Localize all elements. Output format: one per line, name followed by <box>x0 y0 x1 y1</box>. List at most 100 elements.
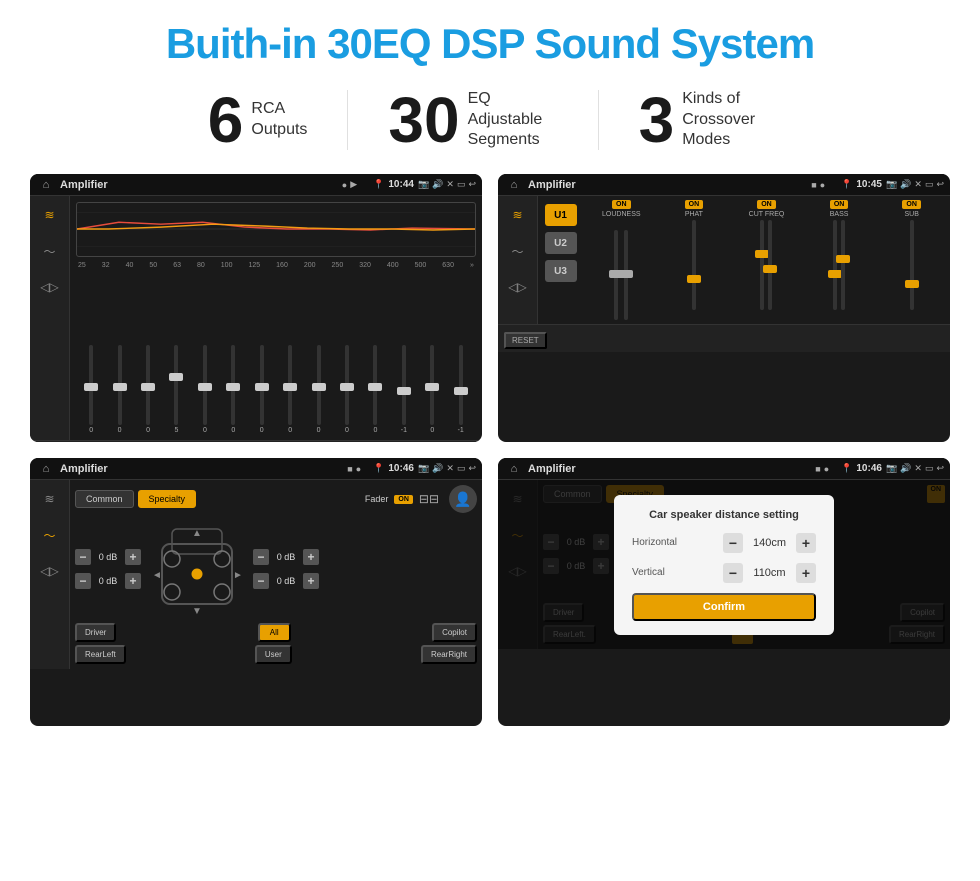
eq-screen-card: ⌂ Amplifier ● ▶ 📍 10:44 📷 🔊 ✕ ▭ ↩ <box>30 174 482 442</box>
db-minus-br[interactable]: − <box>253 573 269 589</box>
eq-svg <box>77 203 475 256</box>
eq-track-3[interactable] <box>174 345 178 425</box>
eq-sidebar-eq[interactable]: ≋ <box>37 204 63 226</box>
db-control-br: − 0 dB + <box>253 573 319 589</box>
sub-label: SUB <box>904 211 918 218</box>
fader-label: Fader <box>365 494 389 504</box>
db-plus-tl[interactable]: + <box>125 549 141 565</box>
eq-track-4[interactable] <box>203 345 207 425</box>
screenshots-grid: ⌂ Amplifier ● ▶ 📍 10:44 📷 🔊 ✕ ▭ ↩ <box>30 174 950 726</box>
eq-slider-0: 0 <box>78 345 104 434</box>
amp-reset-btn[interactable]: RESET <box>504 332 547 349</box>
eq-track-6[interactable] <box>260 345 264 425</box>
eq-bottom-bar: ◄ Custom ► RESET U1 U2 U3 <box>30 440 482 442</box>
vertical-minus[interactable]: − <box>723 563 743 583</box>
sp-dot1: ■ <box>347 464 352 474</box>
speaker-app-name: Amplifier <box>60 463 343 475</box>
eq-track-10[interactable] <box>373 345 377 425</box>
eq-track-2[interactable] <box>146 345 150 425</box>
horizontal-control: − 140cm + <box>723 533 816 553</box>
freq-250: 250 <box>332 262 344 269</box>
freq-80: 80 <box>197 262 205 269</box>
loudness-label: LOUDNESS <box>602 211 641 218</box>
cutfreq-slider2[interactable] <box>768 220 772 310</box>
rearleft-btn[interactable]: RearLeft <box>75 645 126 664</box>
u3-button[interactable]: U3 <box>545 260 577 282</box>
amp-sidebar-wave[interactable]: 〜 <box>505 240 531 262</box>
eq-sidebar-vol[interactable]: ◁▷ <box>37 276 63 298</box>
horizontal-plus[interactable]: + <box>796 533 816 553</box>
sp-sidebar-wave[interactable]: 〜 <box>37 524 63 546</box>
amp-sidebar-vol[interactable]: ◁▷ <box>505 276 531 298</box>
eq-val-11: -1 <box>401 427 407 434</box>
user-btn[interactable]: User <box>255 645 292 664</box>
eq-track-1[interactable] <box>118 345 122 425</box>
bass-slider2[interactable] <box>841 220 845 310</box>
tab-specialty[interactable]: Specialty <box>138 490 197 508</box>
loudness-slider1[interactable] <box>614 230 618 320</box>
phat-slider[interactable] <box>692 220 696 310</box>
bass-slider1[interactable] <box>833 220 837 310</box>
eq-screen: ≋ 〜 ◁▷ <box>30 196 482 442</box>
eq-track-8[interactable] <box>317 345 321 425</box>
u2-button[interactable]: U2 <box>545 232 577 254</box>
amp-status-bar: ⌂ Amplifier ■ ● 📍 10:45 📷 🔊 ✕ ▭ ↩ <box>498 174 950 196</box>
db-plus-tr[interactable]: + <box>303 549 319 565</box>
eq-val-7: 0 <box>288 427 292 434</box>
sp-vol: 🔊 <box>432 463 443 474</box>
horizontal-minus[interactable]: − <box>723 533 743 553</box>
sub-group: ON SUB <box>877 200 946 320</box>
stat-number-eq: 30 <box>388 88 459 152</box>
stat-number-crossover: 3 <box>639 88 675 152</box>
horizontal-label: Horizontal <box>632 537 677 548</box>
freq-32: 32 <box>102 262 110 269</box>
eq-track-7[interactable] <box>288 345 292 425</box>
eq-slider-2: 0 <box>135 345 161 434</box>
sp-dot2: ● <box>356 464 361 474</box>
db-minus-tr[interactable]: − <box>253 549 269 565</box>
profile-icon[interactable]: 👤 <box>449 485 477 513</box>
all-btn[interactable]: All <box>258 623 291 642</box>
copilot-btn[interactable]: Copilot <box>432 623 477 642</box>
db-val-br: 0 dB <box>272 576 300 586</box>
tab-common[interactable]: Common <box>75 490 134 508</box>
eq-track-13[interactable] <box>459 345 463 425</box>
vol-icon: 🔊 <box>432 179 443 190</box>
confirm-button[interactable]: Confirm <box>632 593 816 621</box>
amp-main: U1 U2 U3 ON LOUDNESS <box>538 196 950 324</box>
rearright-btn[interactable]: RearRight <box>421 645 477 664</box>
freq-320: 320 <box>359 262 371 269</box>
db-val-tl: 0 dB <box>94 552 122 562</box>
amp-status-icons: ■ ● <box>811 180 825 190</box>
driver-btn[interactable]: Driver <box>75 623 116 642</box>
speaker-bottom-btns2: RearLeft User RearRight <box>75 645 477 664</box>
sp-sidebar-vol[interactable]: ◁▷ <box>37 560 63 582</box>
sp-sidebar-eq[interactable]: ≋ <box>37 488 63 510</box>
eq-track-5[interactable] <box>231 345 235 425</box>
eq-slider-10: 0 <box>362 345 388 434</box>
sub-slider[interactable] <box>910 220 914 310</box>
u1-button[interactable]: U1 <box>545 204 577 226</box>
home-icon: ⌂ <box>36 177 56 193</box>
amp-sidebar-eq[interactable]: ≋ <box>505 204 531 226</box>
eq-track-11[interactable] <box>402 345 406 425</box>
vertical-plus[interactable]: + <box>796 563 816 583</box>
eq-track-12[interactable] <box>430 345 434 425</box>
amp-app-name: Amplifier <box>528 179 807 191</box>
eq-slider-6: 0 <box>249 345 275 434</box>
speaker-tabs: Common Specialty Fader ON ⊟⊟ 👤 <box>75 485 477 513</box>
eq-val-9: 0 <box>345 427 349 434</box>
bass-group: ON BASS <box>805 200 874 320</box>
db-minus-tl[interactable]: − <box>75 549 91 565</box>
eq-track-0[interactable] <box>89 345 93 425</box>
svg-text:►: ► <box>233 570 242 581</box>
eq-sidebar-wave[interactable]: 〜 <box>37 240 63 262</box>
eq-track-9[interactable] <box>345 345 349 425</box>
db-minus-bl[interactable]: − <box>75 573 91 589</box>
loudness-slider2[interactable] <box>624 230 628 320</box>
dialog-title: Car speaker distance setting <box>632 509 816 521</box>
db-plus-bl[interactable]: + <box>125 573 141 589</box>
db-plus-br[interactable]: + <box>303 573 319 589</box>
eq-status-bar: ⌂ Amplifier ● ▶ 📍 10:44 📷 🔊 ✕ ▭ ↩ <box>30 174 482 196</box>
freq-25: 25 <box>78 262 86 269</box>
